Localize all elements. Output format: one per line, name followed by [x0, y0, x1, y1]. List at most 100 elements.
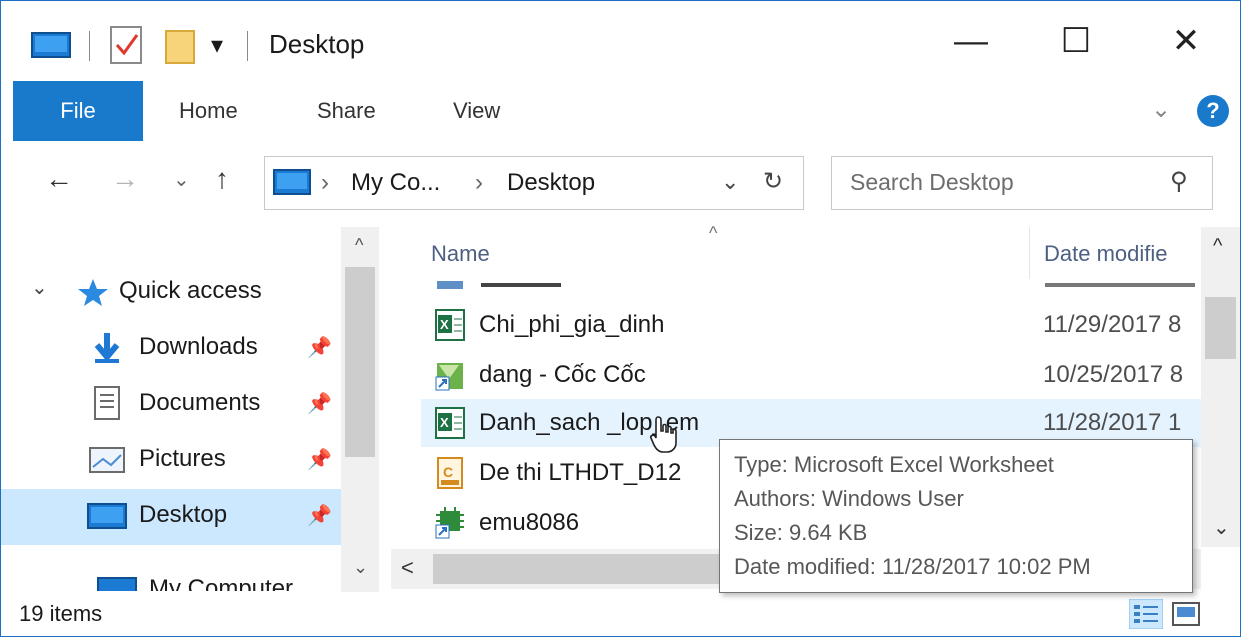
computer-icon: [31, 32, 71, 58]
title-separator: [247, 31, 248, 61]
filelist-vertical-scrollbar[interactable]: ^ ⌄: [1201, 227, 1240, 547]
computer-icon: [273, 169, 311, 195]
nav-item-my-computer-cutoff[interactable]: My Computer: [31, 573, 331, 591]
excel-file-icon: X: [435, 309, 465, 341]
nav-item-quick-access[interactable]: Quick access: [1, 265, 341, 321]
nav-item-label: Downloads: [139, 333, 258, 360]
pin-icon: 📌: [307, 505, 332, 527]
breadcrumb-desktop[interactable]: Desktop: [507, 169, 595, 197]
tab-view[interactable]: View: [453, 81, 500, 141]
status-bar: 19 items: [1, 593, 1240, 636]
list-item[interactable]: X Chi_phi_gia_dinh 11/29/2017 8: [421, 301, 1201, 349]
title-bar: ▾ Desktop — ☐ ✕: [1, 1, 1240, 81]
item-count: 19 items: [19, 601, 103, 626]
details-view-icon[interactable]: [1129, 599, 1163, 629]
documents-icon: [94, 386, 120, 420]
nav-item-label: Pictures: [139, 445, 226, 472]
large-icons-view-icon[interactable]: [1169, 599, 1203, 629]
scroll-down-icon[interactable]: ⌄: [353, 557, 368, 578]
file-date-fragment: [1045, 283, 1195, 287]
qa-separator: [89, 31, 90, 61]
forward-button[interactable]: →: [111, 163, 139, 195]
file-icon: [437, 281, 463, 289]
minimize-button[interactable]: —: [926, 11, 1016, 71]
pin-icon: 📌: [307, 337, 332, 359]
search-input[interactable]: Search Desktop: [850, 169, 1014, 196]
desktop-icon: [87, 503, 127, 529]
computer-icon: [97, 577, 137, 591]
explorer-window: ▾ Desktop — ☐ ✕ File Home Share View ⌄ ?…: [0, 0, 1241, 637]
tooltip-size: Size: 9.64 KB: [734, 520, 868, 545]
column-divider[interactable]: [1029, 227, 1030, 279]
nav-item-label: Desktop: [139, 501, 228, 528]
up-button[interactable]: ↑: [215, 163, 229, 195]
tooltip-date-modified: Date modified: 11/28/2017 10:02 PM: [734, 554, 1091, 579]
emu8086-shortcut-icon: [435, 507, 464, 539]
nav-item-downloads[interactable]: Downloads 📌: [1, 321, 341, 377]
scroll-up-icon[interactable]: ^: [355, 235, 363, 256]
hand-cursor-icon: [650, 416, 677, 453]
refresh-icon[interactable]: ↻: [763, 167, 783, 196]
file-name-fragment: [481, 283, 561, 287]
file-name: Chi_phi_gia_dinh: [479, 311, 665, 338]
breadcrumb-separator: ›: [475, 169, 483, 196]
excel-file-icon: X: [435, 407, 465, 439]
nav-item-label: My Computer: [149, 575, 294, 591]
file-name: dang - Cốc Cốc: [479, 361, 646, 388]
svg-text:X: X: [440, 317, 449, 332]
coccoc-shortcut-icon: [435, 363, 463, 391]
file-name: De thi LTHDT_D12: [479, 459, 682, 486]
tab-home[interactable]: Home: [179, 81, 238, 141]
ribbon-tabs: File Home Share View ⌄ ?: [1, 81, 1240, 142]
svg-text:X: X: [440, 415, 449, 430]
source-file-icon: C: [437, 457, 463, 489]
file-date: 10/25/2017 8: [1043, 361, 1184, 388]
tooltip-type: Type: Microsoft Excel Worksheet: [734, 452, 1054, 477]
downloads-icon: [94, 333, 120, 363]
nav-item-desktop[interactable]: Desktop 📌: [1, 489, 341, 545]
tab-file[interactable]: File: [13, 81, 143, 141]
breadcrumb-my-computer[interactable]: My Co...: [351, 169, 440, 197]
svg-text:C: C: [443, 464, 453, 480]
scroll-thumb[interactable]: [1205, 297, 1236, 359]
new-folder-icon[interactable]: [165, 27, 195, 65]
navpane-scrollbar[interactable]: ^ ⌄: [341, 227, 379, 592]
pin-icon: 📌: [307, 393, 332, 415]
window-title: Desktop: [269, 29, 365, 59]
nav-item-documents[interactable]: Documents 📌: [1, 377, 341, 433]
address-bar[interactable]: › My Co... › Desktop ⌄ ↻: [264, 156, 804, 210]
search-box[interactable]: Search Desktop ⚲: [831, 156, 1213, 210]
sort-indicator-icon: ^: [709, 223, 718, 243]
file-info-tooltip: Type: Microsoft Excel Worksheet Authors:…: [719, 439, 1193, 593]
recent-locations-button[interactable]: ⌄: [173, 167, 190, 192]
file-date: 11/29/2017 8: [1043, 311, 1182, 338]
column-header-name[interactable]: Name: [431, 241, 490, 267]
breadcrumb-separator: ›: [321, 169, 329, 196]
address-dropdown-icon[interactable]: ⌄: [721, 169, 739, 195]
pictures-icon: [89, 447, 125, 473]
list-item[interactable]: dang - Cốc Cốc 10/25/2017 8: [421, 351, 1201, 399]
scroll-thumb[interactable]: [345, 267, 375, 457]
file-name: emu8086: [479, 509, 580, 536]
nav-item-label: Quick access: [119, 277, 262, 304]
tooltip-authors: Authors: Windows User: [734, 486, 964, 511]
navigation-pane: ⌄ Quick access Downloads 📌 Documents 📌 P…: [1, 227, 391, 592]
list-item-cutoff[interactable]: [421, 279, 1201, 291]
scroll-up-icon[interactable]: ^: [1213, 235, 1222, 258]
scroll-down-icon[interactable]: ⌄: [1213, 515, 1230, 540]
help-icon[interactable]: ?: [1197, 95, 1229, 127]
ribbon-expand-icon[interactable]: ⌄: [1151, 95, 1171, 124]
horizontal-scroll-thumb[interactable]: [433, 554, 723, 584]
nav-item-pictures[interactable]: Pictures 📌: [1, 433, 341, 489]
search-icon[interactable]: ⚲: [1170, 167, 1188, 196]
column-header-date[interactable]: Date modifie: [1044, 241, 1168, 267]
scroll-left-icon[interactable]: <: [401, 555, 414, 581]
quick-access-dropdown[interactable]: ▾: [211, 31, 223, 60]
tab-share[interactable]: Share: [317, 81, 376, 141]
close-button[interactable]: ✕: [1141, 11, 1231, 71]
properties-icon[interactable]: [109, 25, 143, 65]
nav-item-label: Documents: [139, 389, 261, 416]
maximize-button[interactable]: ☐: [1031, 11, 1121, 71]
file-date: 11/28/2017 1: [1043, 409, 1182, 436]
back-button[interactable]: ←: [45, 163, 73, 195]
